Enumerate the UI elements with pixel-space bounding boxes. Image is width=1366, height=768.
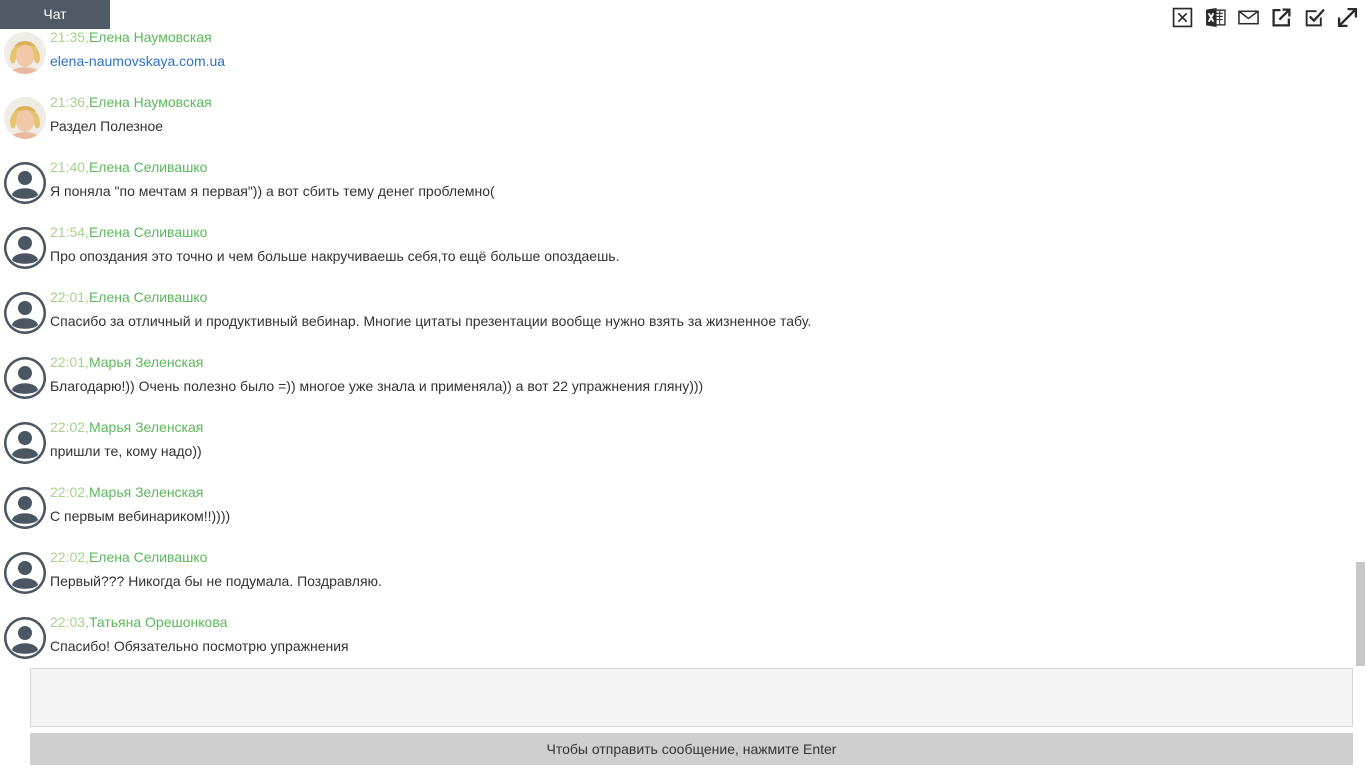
message-time: 22:01, — [50, 354, 89, 370]
message-meta: 22:01,Марья Зеленская — [50, 354, 203, 371]
message-meta: 22:03,Татьяна Орешонкова — [50, 614, 227, 631]
message-author: Елена Селивашко — [88, 159, 208, 175]
message-item: 22:03,Татьяна Орешонкова Спасибо! Обязат… — [0, 614, 1340, 662]
message-author: Елена Селивашко — [88, 549, 208, 565]
user-icon — [4, 552, 46, 594]
message-meta: 21:54,Елена Селивашко — [50, 224, 207, 241]
message-author: Елена Селивашко — [88, 224, 208, 240]
checkbox-icon[interactable] — [1303, 6, 1325, 28]
message-meta: 21:36,Елена Наумовская — [50, 94, 212, 111]
message-text: Я поняла "по мечтам я первая")) а вот сб… — [50, 183, 495, 199]
tab-chat[interactable]: Чат — [0, 0, 110, 29]
message-time: 22:01, — [50, 289, 89, 305]
message-text: Раздел Полезное — [50, 118, 164, 134]
message-text: Про опоздания это точно и чем больше нак… — [50, 248, 620, 264]
message-meta: 22:02,Марья Зеленская — [50, 484, 203, 501]
chat-window: Чат 21:35,Елена Наумовская elena-naumovs… — [0, 0, 1366, 768]
message-text: пришли те, кому надо)) — [50, 443, 202, 459]
user-icon — [4, 357, 46, 399]
avatar — [4, 552, 46, 594]
message-meta: 22:02,Елена Селивашко — [50, 549, 207, 566]
message-list[interactable]: 21:35,Елена Наумовская elena-naumovskaya… — [0, 29, 1354, 662]
close-box-icon[interactable] — [1171, 6, 1193, 28]
user-icon — [4, 487, 46, 529]
message-item: 22:01,Елена Селивашко Спасибо за отличны… — [0, 289, 1340, 354]
message-time: 22:03, — [50, 614, 89, 630]
avatar — [4, 422, 46, 464]
avatar — [4, 162, 46, 204]
message-item: 22:01,Марья Зеленская Благодарю!)) Очень… — [0, 354, 1340, 419]
message-item: 21:36,Елена Наумовская Раздел Полезное — [0, 94, 1340, 159]
user-photo-icon — [4, 97, 46, 139]
message-author: Елена Селивашко — [88, 289, 208, 305]
external-link-icon[interactable] — [1270, 6, 1292, 28]
message-time: 22:02, — [50, 549, 89, 565]
message-text: Благодарю!)) Очень полезно было =)) мног… — [50, 378, 704, 394]
user-icon — [4, 292, 46, 334]
message-author: Елена Наумовская — [88, 29, 212, 45]
message-time: 21:35, — [50, 29, 89, 45]
message-item: 22:02,Марья Зеленская С первым вебинарик… — [0, 484, 1340, 549]
user-icon — [4, 422, 46, 464]
excel-icon[interactable] — [1204, 6, 1226, 28]
message-link[interactable]: elena-naumovskaya.com.ua — [50, 53, 225, 70]
expand-icon[interactable] — [1336, 6, 1358, 28]
avatar — [4, 97, 46, 139]
message-meta: 22:02,Марья Зеленская — [50, 419, 203, 436]
message-meta: 21:40,Елена Селивашко — [50, 159, 207, 176]
message-time: 21:40, — [50, 159, 89, 175]
message-author: Елена Наумовская — [88, 94, 212, 110]
avatar — [4, 487, 46, 529]
message-author: Татьяна Орешонкова — [88, 614, 228, 630]
user-icon — [4, 617, 46, 659]
message-meta: 21:35,Елена Наумовская — [50, 29, 212, 46]
message-author: Марья Зеленская — [88, 419, 204, 435]
user-photo-icon — [4, 32, 46, 74]
message-text: Спасибо! Обязательно посмотрю упражнения — [50, 638, 349, 654]
message-time: 21:36, — [50, 94, 89, 110]
message-item: 22:02,Елена Селивашко Первый??? Никогда … — [0, 549, 1340, 614]
message-time: 21:54, — [50, 224, 89, 240]
send-hint-bar[interactable]: Чтобы отправить сообщение, нажмите Enter — [30, 733, 1353, 765]
avatar — [4, 357, 46, 399]
avatar — [4, 292, 46, 334]
message-time: 22:02, — [50, 419, 89, 435]
user-icon — [4, 162, 46, 204]
message-item: 22:02,Марья Зеленская пришли те, кому на… — [0, 419, 1340, 484]
message-item: 21:54,Елена Селивашко Про опоздания это … — [0, 224, 1340, 289]
avatar — [4, 617, 46, 659]
message-input[interactable] — [30, 668, 1353, 727]
toolbar — [1171, 6, 1358, 28]
scrollbar-thumb[interactable] — [1356, 562, 1365, 666]
message-text: С первым вебинариком!!)))) — [50, 508, 231, 524]
message-text: Спасибо за отличный и продуктивный вебин… — [50, 313, 812, 329]
avatar — [4, 227, 46, 269]
message-meta: 22:01,Елена Селивашко — [50, 289, 207, 306]
message-author: Марья Зеленская — [88, 354, 204, 370]
message-item: 21:35,Елена Наумовская elena-naumovskaya… — [0, 29, 1340, 94]
message-author: Марья Зеленская — [88, 484, 204, 500]
user-icon — [4, 227, 46, 269]
message-item: 21:40,Елена Селивашко Я поняла "по мечта… — [0, 159, 1340, 224]
avatar — [4, 32, 46, 74]
message-text: Первый??? Никогда бы не подумала. Поздра… — [50, 573, 382, 589]
mail-icon[interactable] — [1237, 6, 1259, 28]
message-time: 22:02, — [50, 484, 89, 500]
